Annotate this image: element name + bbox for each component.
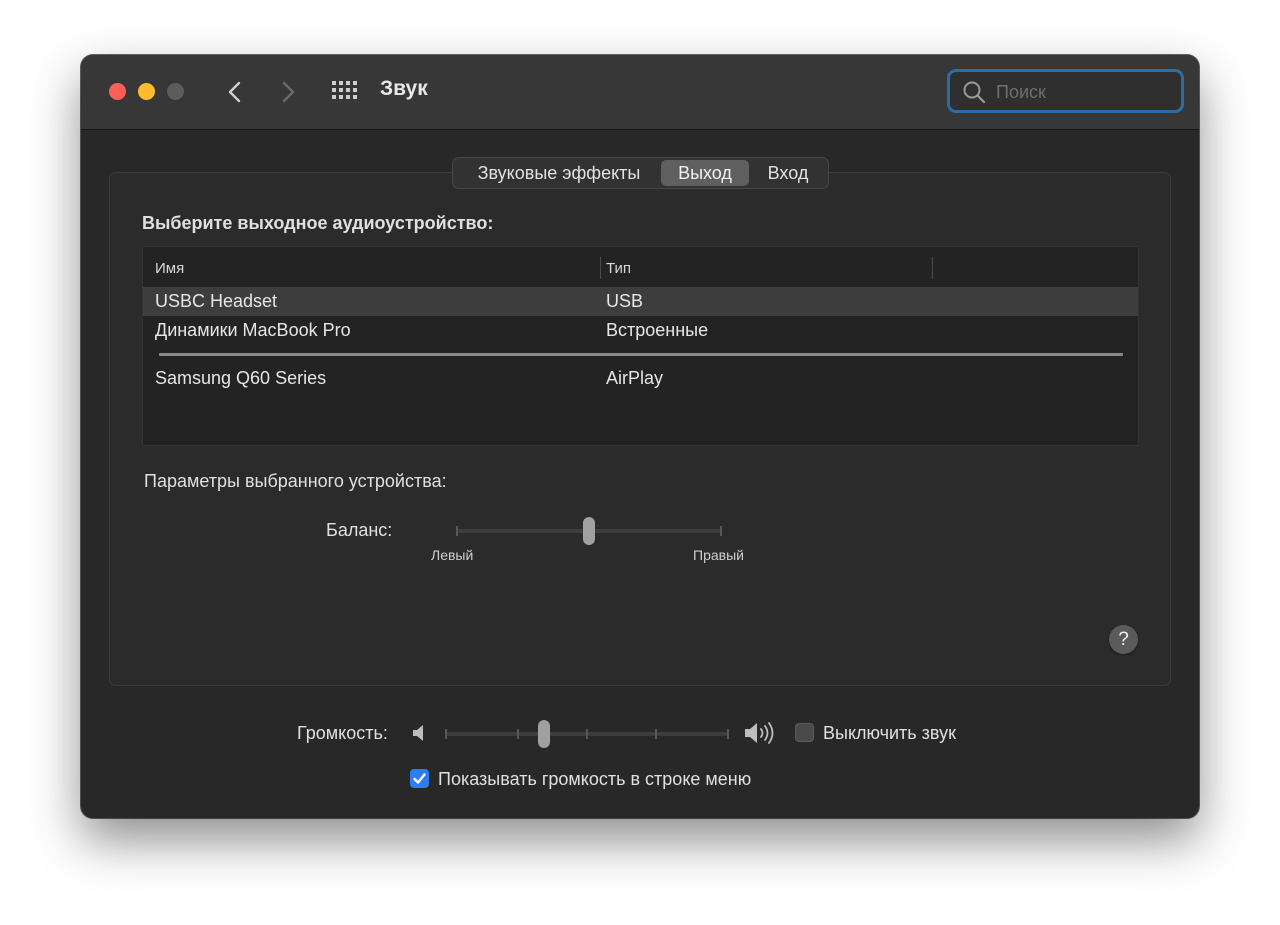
device-type: USB <box>606 291 644 311</box>
balance-tick <box>720 526 722 536</box>
device-name: Samsung Q60 Series <box>155 368 327 388</box>
chevron-right-icon <box>282 81 295 103</box>
tab-sound-effects[interactable]: Звуковые эффекты <box>459 160 659 186</box>
help-button[interactable]: ? <box>1109 625 1138 654</box>
table-row[interactable]: Samsung Q60 Series AirPlay <box>143 364 1138 393</box>
device-name: Динамики MacBook Pro <box>155 320 351 340</box>
device-type: AirPlay <box>606 368 664 388</box>
output-panel: Выберите выходное аудиоустройство: Имя Т… <box>109 172 1171 686</box>
volume-slider[interactable] <box>441 718 733 750</box>
speaker-high-icon <box>745 722 774 744</box>
column-header-name[interactable]: Имя <box>155 260 184 277</box>
device-group-divider <box>159 353 1123 356</box>
balance-left-label: Левый <box>431 547 474 563</box>
volume-tick <box>727 729 729 739</box>
balance-tick <box>456 526 458 536</box>
table-row[interactable]: USBC Headset USB <box>143 287 1138 316</box>
forward-button[interactable] <box>274 78 302 106</box>
show-volume-in-menu-checkbox[interactable] <box>410 769 429 788</box>
search-input[interactable] <box>994 78 1178 106</box>
volume-tick <box>586 729 588 739</box>
checkmark-icon <box>413 773 426 784</box>
minimize-window-button[interactable] <box>138 83 155 100</box>
column-header-type[interactable]: Тип <box>606 260 631 277</box>
mute-label[interactable]: Выключить звук <box>823 723 956 744</box>
volume-label: Громкость: <box>297 723 388 743</box>
balance-knob[interactable] <box>583 517 595 545</box>
grid-icon <box>332 81 357 99</box>
mute-checkbox[interactable] <box>795 723 814 742</box>
output-heading: Выберите выходное аудиоустройство: <box>142 213 494 233</box>
tab-bar: Звуковые эффекты Выход Вход <box>452 157 829 189</box>
tab-input[interactable]: Вход <box>751 160 825 186</box>
balance-slider[interactable] <box>450 514 730 548</box>
table-row[interactable]: Динамики MacBook Pro Встроенные <box>143 316 1138 345</box>
volume-tick <box>445 729 447 739</box>
close-window-button[interactable] <box>109 83 126 100</box>
search-icon <box>963 81 986 104</box>
back-button[interactable] <box>221 78 249 106</box>
zoom-window-button[interactable] <box>167 83 184 100</box>
title-bar: Звук <box>81 55 1199 130</box>
device-name: USBC Headset <box>155 291 278 311</box>
volume-tick <box>517 729 519 739</box>
volume-knob[interactable] <box>538 720 551 748</box>
chevron-left-icon <box>228 81 241 103</box>
balance-right-label: Правый <box>693 547 744 563</box>
balance-label: Баланс: <box>326 520 393 540</box>
search-field[interactable] <box>947 69 1184 113</box>
volume-tick <box>655 729 657 739</box>
sound-preferences-window: Звук Выберите выходное аудиоустройство: … <box>81 55 1199 818</box>
column-separator <box>932 257 933 279</box>
window-title: Звук <box>380 77 428 100</box>
device-settings-heading: Параметры выбранного устройства: <box>144 471 447 491</box>
output-devices-table[interactable]: Имя Тип USBC Headset USB Динамики MacBoo… <box>142 246 1139 446</box>
column-separator <box>600 257 601 279</box>
tab-output[interactable]: Выход <box>661 160 749 186</box>
speaker-low-icon <box>413 725 423 741</box>
show-volume-in-menu-label[interactable]: Показывать громкость в строке меню <box>438 769 751 790</box>
show-all-button[interactable] <box>331 80 359 104</box>
device-type: Встроенные <box>606 320 709 340</box>
